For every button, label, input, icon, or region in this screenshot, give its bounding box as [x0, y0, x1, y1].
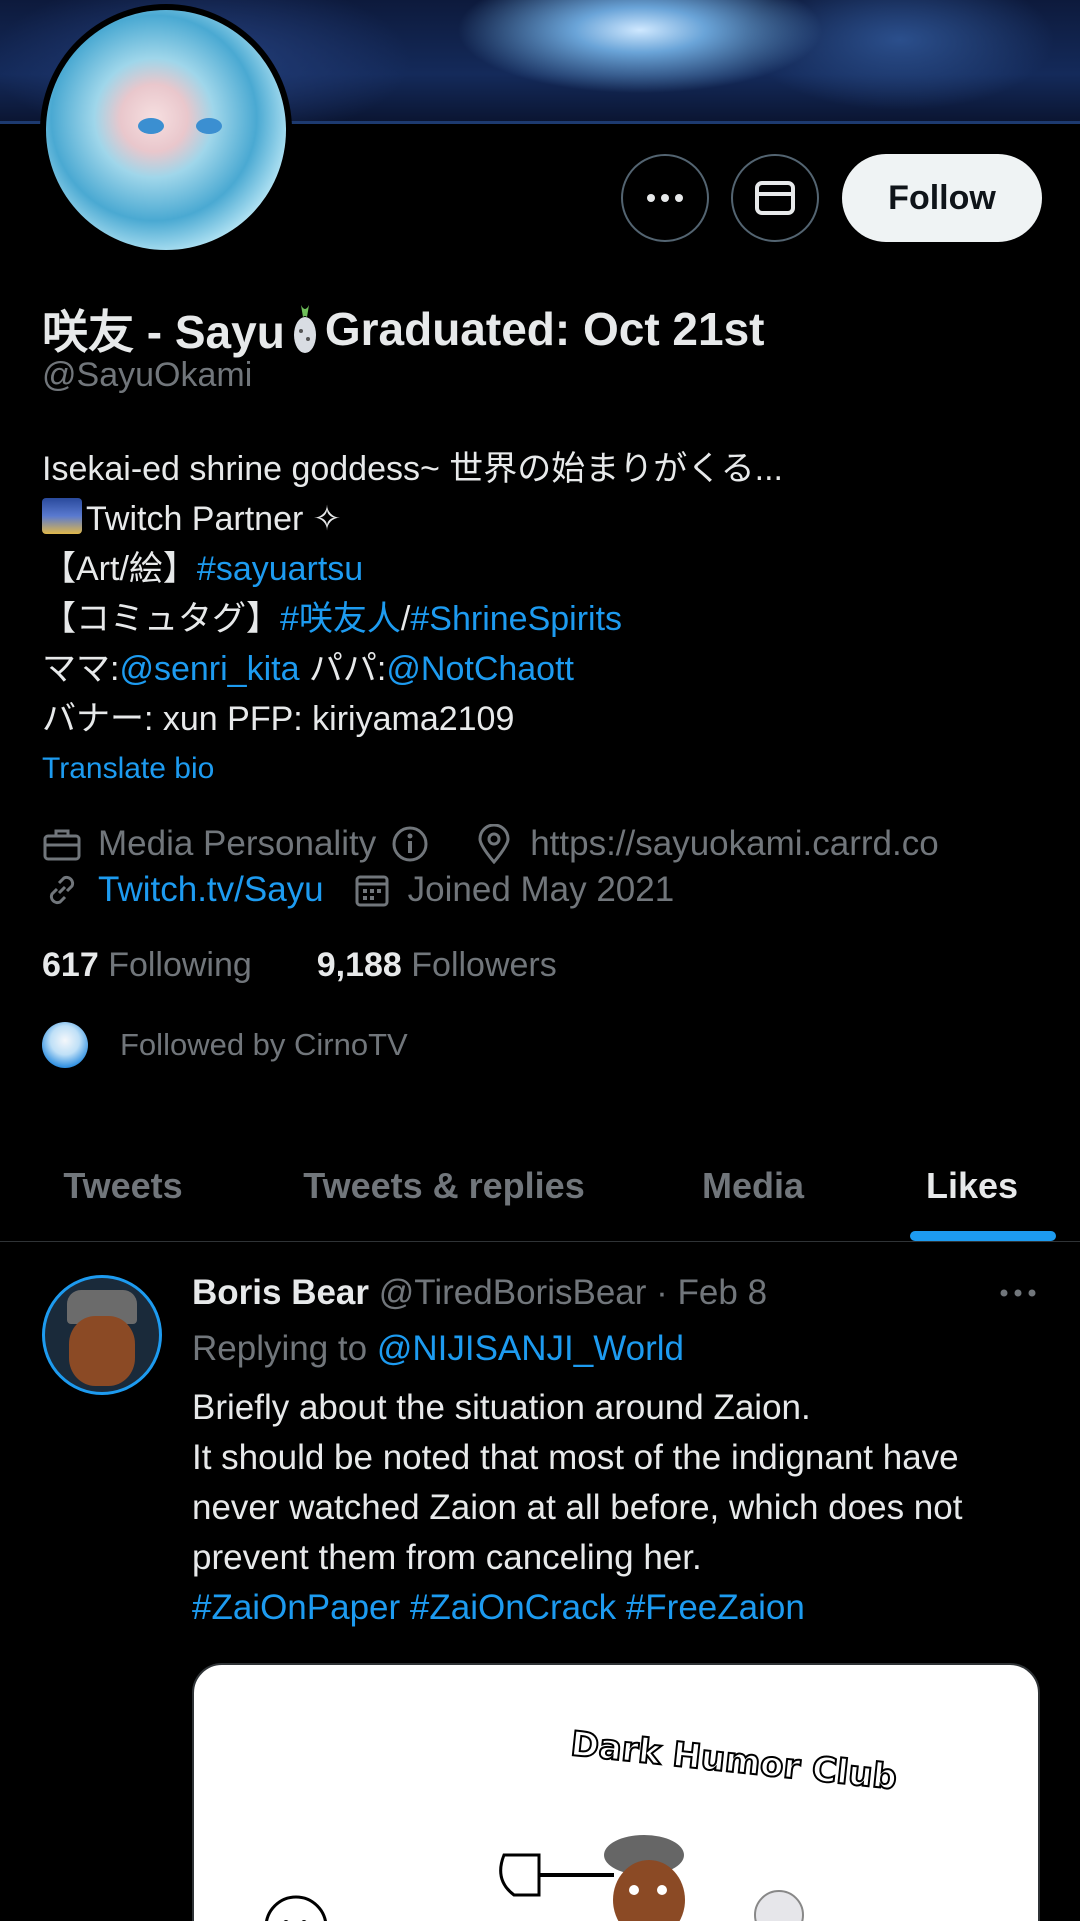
bio-line: 【Art/絵】#sayuartsu [42, 550, 364, 588]
profile-stats: 617 Following 9,188 Followers [42, 946, 557, 985]
night-scene-emoji-icon [42, 498, 82, 534]
tweet-header: Boris Bear @TiredBorisBear · Feb 8 [192, 1273, 767, 1313]
followers-link[interactable]: 9,188 Followers [317, 946, 557, 984]
hashtag-link[interactable]: #ZaiOnCrack [410, 1588, 616, 1627]
replying-to: Replying to @NIJISANJI_World [192, 1329, 685, 1368]
profile-bio: Isekai-ed shrine goddess~ 世界の始まりがくる... T… [42, 444, 783, 744]
mention-link[interactable]: @senri_kita [119, 650, 299, 688]
link-icon [42, 870, 82, 910]
profile-meta-row: Media Personality https://sayuokami.carr… [42, 824, 939, 864]
more-horizontal-icon [647, 194, 683, 202]
envelope-icon [755, 181, 795, 215]
display-name-part2: Graduated: Oct 21st [324, 303, 765, 355]
message-button[interactable] [731, 154, 819, 242]
info-icon[interactable] [390, 824, 430, 864]
active-tab-indicator [910, 1231, 1056, 1241]
hashtag-link[interactable]: #sayuartsu [197, 550, 363, 588]
profile-website-link[interactable]: Twitch.tv/Sayu [98, 870, 324, 910]
briefcase-icon [42, 824, 82, 864]
profile-joined-date: Joined May 2021 [407, 870, 675, 909]
follow-button[interactable]: Follow [842, 154, 1042, 242]
tweet-date[interactable]: · Feb 8 [656, 1273, 767, 1312]
tweet-media-image[interactable]: Dark Humor Club [192, 1663, 1040, 1921]
profile-avatar[interactable] [40, 4, 292, 256]
followed-by-row[interactable]: Followed by CirnoTV [42, 1022, 408, 1068]
profile-meta-row: Twitch.tv/Sayu Joined May 2021 [42, 870, 674, 910]
followed-by-text: Followed by CirnoTV [120, 1027, 408, 1062]
bio-line: Isekai-ed shrine goddess~ 世界の始まりがくる... [42, 450, 783, 488]
tweet-author-name[interactable]: Boris Bear [192, 1273, 369, 1312]
tweet-more-icon[interactable] [998, 1281, 1038, 1305]
hashtag-link[interactable]: #咲友人 [280, 600, 401, 638]
tweet-author-avatar[interactable] [42, 1275, 162, 1395]
radish-emoji-icon [291, 303, 319, 355]
tweet-author-handle[interactable]: @TiredBorisBear [379, 1273, 647, 1312]
bio-line: 【コミュタグ】#咲友人/#ShrineSpirits [42, 600, 623, 638]
display-name: 咲友 - Sayu Graduated: Oct 21st [42, 296, 765, 362]
profile-tabs: Tweets Tweets & replies Media Likes [0, 1130, 1080, 1242]
display-name-part1: 咲友 - Sayu [42, 306, 285, 358]
following-link[interactable]: 617 Following [42, 946, 252, 984]
mention-link[interactable]: @NIJISANJI_World [377, 1329, 684, 1368]
mention-link[interactable]: @NotChaott [386, 650, 574, 688]
follower-avatar [42, 1022, 88, 1068]
tweet[interactable]: Boris Bear @TiredBorisBear · Feb 8 Reply… [0, 1243, 1080, 1921]
profile-handle: @SayuOkami [42, 356, 253, 394]
tab-tweets[interactable]: Tweets [0, 1130, 246, 1241]
profile-location: https://sayuokami.carrd.co [530, 824, 939, 863]
hashtag-link[interactable]: #ShrineSpirits [410, 600, 622, 638]
bio-line: ママ:@senri_kita パパ:@NotChaott [42, 650, 574, 688]
profile-category: Media Personality [98, 824, 377, 863]
location-pin-icon [474, 824, 514, 864]
hashtag-link[interactable]: #ZaiOnPaper [192, 1588, 400, 1627]
translate-bio-link[interactable]: Translate bio [42, 752, 214, 786]
hashtag-link[interactable]: #FreeZaion [626, 1588, 805, 1627]
tab-tweets-and-replies[interactable]: Tweets & replies [246, 1130, 642, 1241]
calendar-icon [352, 870, 392, 910]
more-options-button[interactable] [621, 154, 709, 242]
tab-likes[interactable]: Likes [864, 1130, 1080, 1241]
bio-line: Twitch Partner ✧ [42, 494, 783, 544]
tab-media[interactable]: Media [642, 1130, 864, 1241]
bio-line: バナー: xun PFP: kiriyama2109 [42, 700, 515, 738]
tweet-text: Briefly about the situation around Zaion… [192, 1388, 963, 1627]
comic-drawing [265, 1835, 804, 1921]
